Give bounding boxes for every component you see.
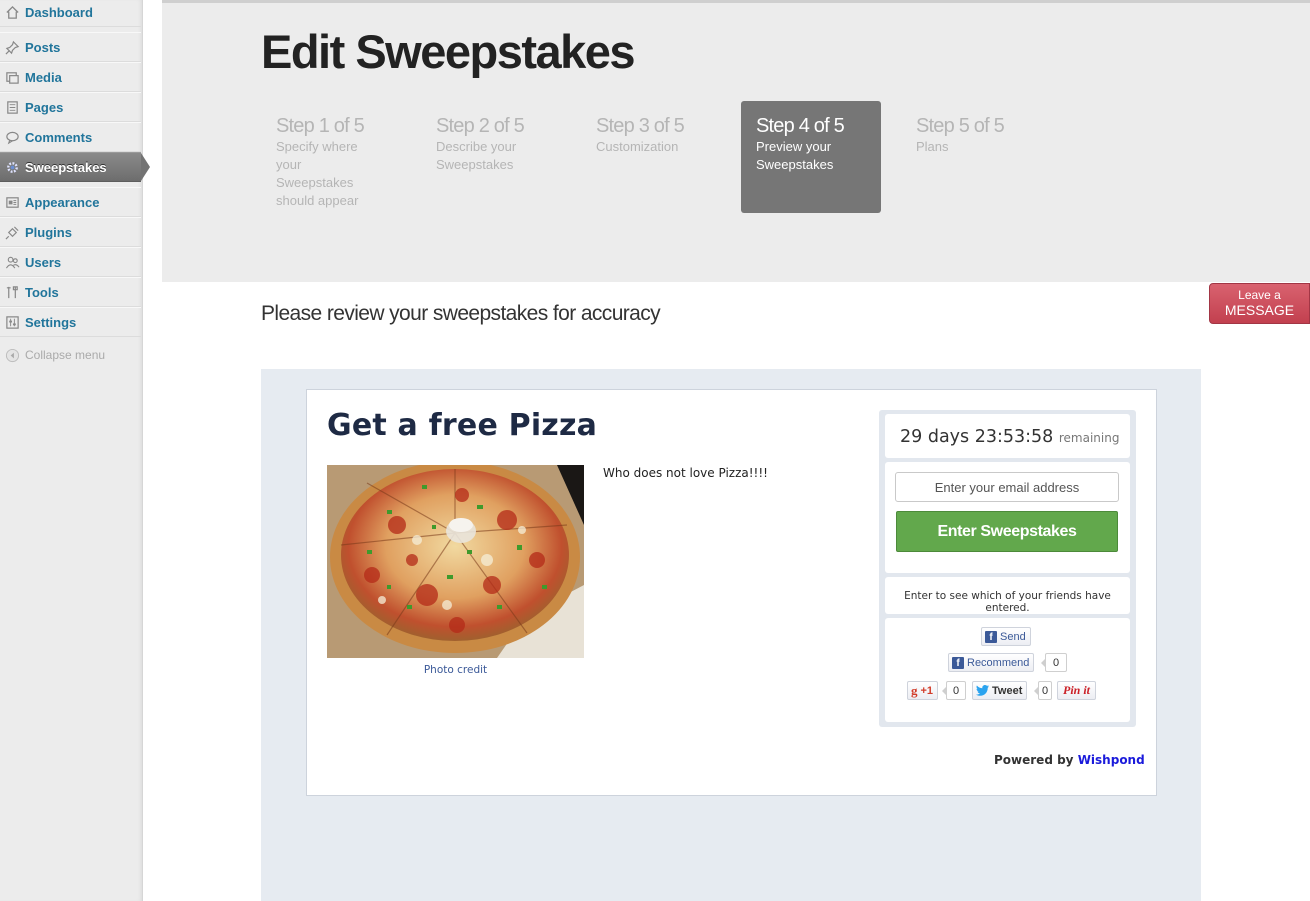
wishpond-link[interactable]: Wishpond [1078, 753, 1145, 767]
leave-message-line1: Leave a [1238, 288, 1281, 302]
countdown-box: 29 days 23:53:58 remaining [885, 414, 1130, 458]
step-5[interactable]: Step 5 of 5 Plans [901, 101, 1041, 213]
sidebar-item-sweepstakes[interactable]: Sweepstakes [0, 152, 150, 182]
facebook-icon: f [952, 656, 964, 669]
sidebar-item-settings[interactable]: Settings [0, 307, 141, 337]
email-field[interactable] [895, 472, 1119, 502]
step-heading: Step 3 of 5 [596, 115, 685, 137]
entry-form: Enter Sweepstakes [885, 462, 1130, 573]
sweepstakes-description: Who does not love Pizza!!!! [603, 466, 768, 480]
plus-one-count: 0 [942, 681, 966, 700]
photo-credit-link[interactable]: Photo credit [327, 664, 584, 676]
step-4-current[interactable]: Step 4 of 5 Preview your Sweepstakes [741, 101, 881, 213]
tweet-button[interactable]: Tweet [972, 681, 1028, 700]
leave-message-line2: MESSAGE [1224, 302, 1295, 318]
recommend-label: Recommend [967, 656, 1030, 669]
sidebar-item-label: Tools [25, 284, 59, 300]
sidebar-item-label: Posts [25, 39, 61, 55]
sidebar-item-label: Pages [25, 99, 64, 115]
admin-sidebar: Dashboard Posts Media Pages Comments Swe… [0, 0, 150, 901]
facebook-send-button[interactable]: f Send [981, 627, 1031, 646]
sidebar-item-media[interactable]: Media [0, 62, 141, 92]
step-heading: Step 2 of 5 [436, 115, 525, 137]
pin-it-label: Pin it [1063, 683, 1091, 697]
sidebar-item-tools[interactable]: Tools [0, 277, 141, 307]
sidebar-item-label: Sweepstakes [25, 159, 107, 175]
collapse-menu-button[interactable]: Collapse menu [0, 340, 141, 370]
step-heading: Step 4 of 5 [756, 115, 845, 137]
step-heading: Step 1 of 5 [276, 115, 365, 137]
sidebar-item-plugins[interactable]: Plugins [0, 217, 141, 247]
sidebar-item-dashboard[interactable]: Dashboard [0, 0, 141, 27]
pushpin-icon [4, 39, 21, 56]
twitter-bird-icon [976, 685, 989, 696]
countdown-value: 29 days 23:53:58 [900, 427, 1054, 447]
countdown-timer: 29 days 23:53:58 remaining [900, 427, 1119, 447]
sidebar-item-label: Users [25, 254, 62, 270]
sidebar-item-comments[interactable]: Comments [0, 122, 141, 152]
sweepstakes-title: Get a free Pizza [327, 408, 598, 443]
gear-icon [4, 159, 21, 176]
friends-box: Enter to see which of your friends have … [885, 577, 1130, 614]
google-plus-one-button[interactable]: g +1 [907, 681, 939, 700]
google-plus-icon: g [911, 682, 918, 698]
pizza-image [327, 465, 584, 658]
sidebar-item-label: Dashboard [25, 4, 93, 20]
collapse-arrow-icon [4, 347, 21, 364]
users-icon [4, 254, 21, 271]
step-description: Plans [916, 139, 949, 154]
step-description: Preview your Sweepstakes [756, 139, 834, 172]
sidebar-item-pages[interactable]: Pages [0, 92, 141, 122]
tools-icon [4, 284, 21, 301]
friends-text: Enter to see which of your friends have … [904, 590, 1111, 614]
facebook-icon: f [985, 630, 997, 643]
countdown-suffix: remaining [1058, 431, 1120, 445]
step-description: Describe your Sweepstakes [436, 139, 517, 172]
review-heading: Please review your sweepstakes for accur… [261, 302, 661, 325]
send-label: Send [1000, 630, 1026, 643]
page-title: Edit Sweepstakes [261, 25, 636, 78]
appearance-icon [4, 194, 21, 211]
pages-icon [4, 99, 21, 116]
entry-widget: 29 days 23:53:58 remaining Enter Sweepst… [879, 410, 1136, 727]
sidebar-item-label: Settings [25, 314, 77, 330]
settings-icon [4, 314, 21, 331]
step-description: Specify where your Sweepstakes should ap… [276, 139, 359, 208]
enter-sweepstakes-button[interactable]: Enter Sweepstakes [896, 511, 1118, 552]
powered-by: Powered by Wishpond [994, 753, 1145, 767]
step-2[interactable]: Step 2 of 5 Describe your Sweepstakes [421, 101, 561, 213]
step-1[interactable]: Step 1 of 5 Specify where your Sweepstak… [261, 101, 401, 213]
recommend-count: 0 [1041, 653, 1067, 672]
tweet-label: Tweet [992, 684, 1023, 697]
powered-by-label: Powered by [994, 753, 1074, 767]
social-share-box: f Send f Recommend 0 g +1 0 Tweet 0 Pin … [885, 618, 1130, 722]
pinterest-pin-it-button[interactable]: Pin it [1057, 681, 1097, 700]
plug-icon [4, 224, 21, 241]
sidebar-item-label: Media [25, 69, 62, 85]
media-icon [4, 69, 21, 86]
sidebar-item-label: Comments [25, 129, 93, 145]
sidebar-item-users[interactable]: Users [0, 247, 141, 277]
plus-one-label: +1 [920, 684, 934, 697]
sidebar-item-label: Plugins [25, 224, 72, 240]
step-description: Customization [596, 139, 679, 154]
facebook-recommend-button[interactable]: f Recommend [948, 653, 1035, 672]
tweet-count: 0 [1034, 681, 1052, 700]
comment-icon [4, 129, 21, 146]
step-3[interactable]: Step 3 of 5 Customization [581, 101, 721, 213]
collapse-menu-label: Collapse menu [25, 348, 106, 362]
sidebar-item-appearance[interactable]: Appearance [0, 187, 141, 217]
dashboard-icon [4, 4, 21, 21]
step-heading: Step 5 of 5 [916, 115, 1005, 137]
sidebar-item-posts[interactable]: Posts [0, 32, 141, 62]
sidebar-item-label: Appearance [25, 194, 100, 210]
leave-message-button[interactable]: Leave a MESSAGE [1209, 283, 1310, 324]
